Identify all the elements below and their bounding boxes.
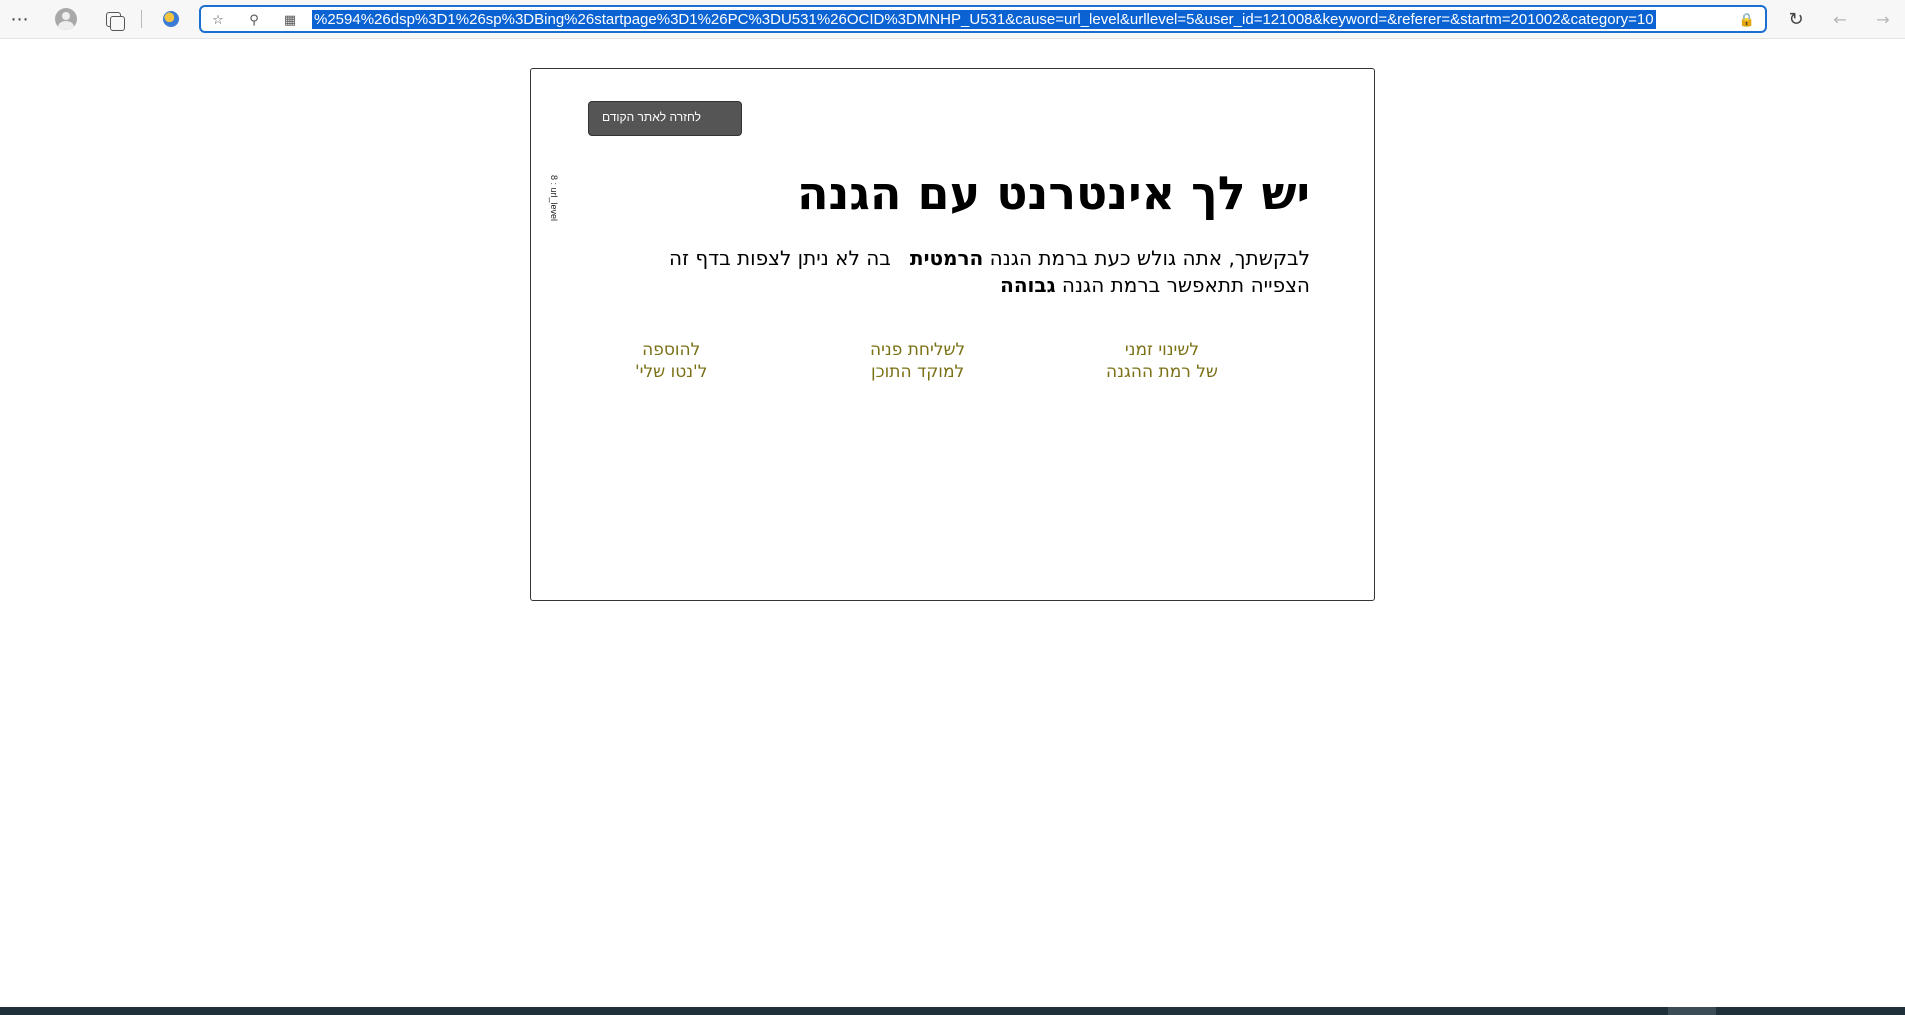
description-line-2: הצפייה תתאפשר ברמת הגנה גבוהה: [669, 272, 1310, 299]
page-title: יש לך אינטרנט עם הגנה: [796, 166, 1310, 220]
description-text: בה לא ניתן לצפות בדף זה: [669, 246, 910, 270]
address-bar[interactable]: ☆ ⚲ ▦ %2594%26dsp%3D1%26sp%3DBing%26star…: [199, 5, 1767, 33]
extension-icon[interactable]: [157, 6, 185, 32]
block-page-frame: לחזרה לאתר הקודם 8 : url_level יש לך אינ…: [530, 68, 1375, 601]
lock-icon[interactable]: 🔒: [1738, 11, 1756, 29]
link-line: למוקד התוכן: [871, 362, 965, 382]
back-to-previous-site-button[interactable]: לחזרה לאתר הקודם: [588, 101, 742, 136]
description-line-1: לבקשתך, אתה גולש כעת ברמת הגנה הרמטית בה…: [669, 245, 1310, 272]
forward-arrow-icon[interactable]: →: [1869, 6, 1897, 32]
url-level-code: 8 : url_level: [549, 175, 559, 222]
description-text: לבקשתך, אתה גולש כעת ברמת הגנה: [983, 246, 1310, 270]
description-text: הצפייה תתאפשר ברמת הגנה: [1055, 273, 1310, 297]
browser-toolbar: ⋯ ☆ ⚲ ▦ %2594%26dsp%3D1%26sp%3DBing%26st…: [0, 0, 1905, 39]
link-line: לשינוי זמני: [1124, 340, 1200, 360]
taskbar: [0, 1007, 1905, 1015]
collections-icon[interactable]: [99, 6, 127, 32]
description-bold: גבוהה: [1000, 273, 1056, 297]
url-text[interactable]: %2594%26dsp%3D1%26sp%3DBing%26startpage%…: [312, 10, 1656, 29]
reload-icon[interactable]: ↻: [1782, 6, 1810, 32]
link-line: להוספה: [642, 340, 701, 360]
description-bold: הרמטית: [909, 246, 984, 270]
add-to-my-netto-link[interactable]: להוספה ל'נטו שלי': [635, 339, 707, 383]
toolbar-divider: [141, 10, 142, 28]
link-line: לשליחת פניה: [870, 340, 966, 360]
back-arrow-icon[interactable]: ←: [1826, 6, 1854, 32]
apps-icon[interactable]: ▦: [281, 11, 299, 29]
link-line: ל'נטו שלי': [635, 362, 708, 382]
page-description: לבקשתך, אתה גולש כעת ברמת הגנה הרמטית בה…: [669, 245, 1310, 299]
more-icon[interactable]: ⋯: [6, 6, 34, 32]
profile-icon[interactable]: [52, 6, 80, 32]
send-request-content-center-link[interactable]: לשליחת פניה למוקד התוכן: [870, 339, 965, 383]
zoom-icon[interactable]: ⚲: [245, 11, 263, 29]
temporary-change-protection-link[interactable]: לשינוי זמני של רמת ההגנה: [1106, 339, 1218, 383]
add-favorite-icon[interactable]: ☆: [209, 11, 227, 29]
link-line: של רמת ההגנה: [1106, 362, 1218, 382]
taskbar-active-item[interactable]: [1668, 1007, 1716, 1015]
